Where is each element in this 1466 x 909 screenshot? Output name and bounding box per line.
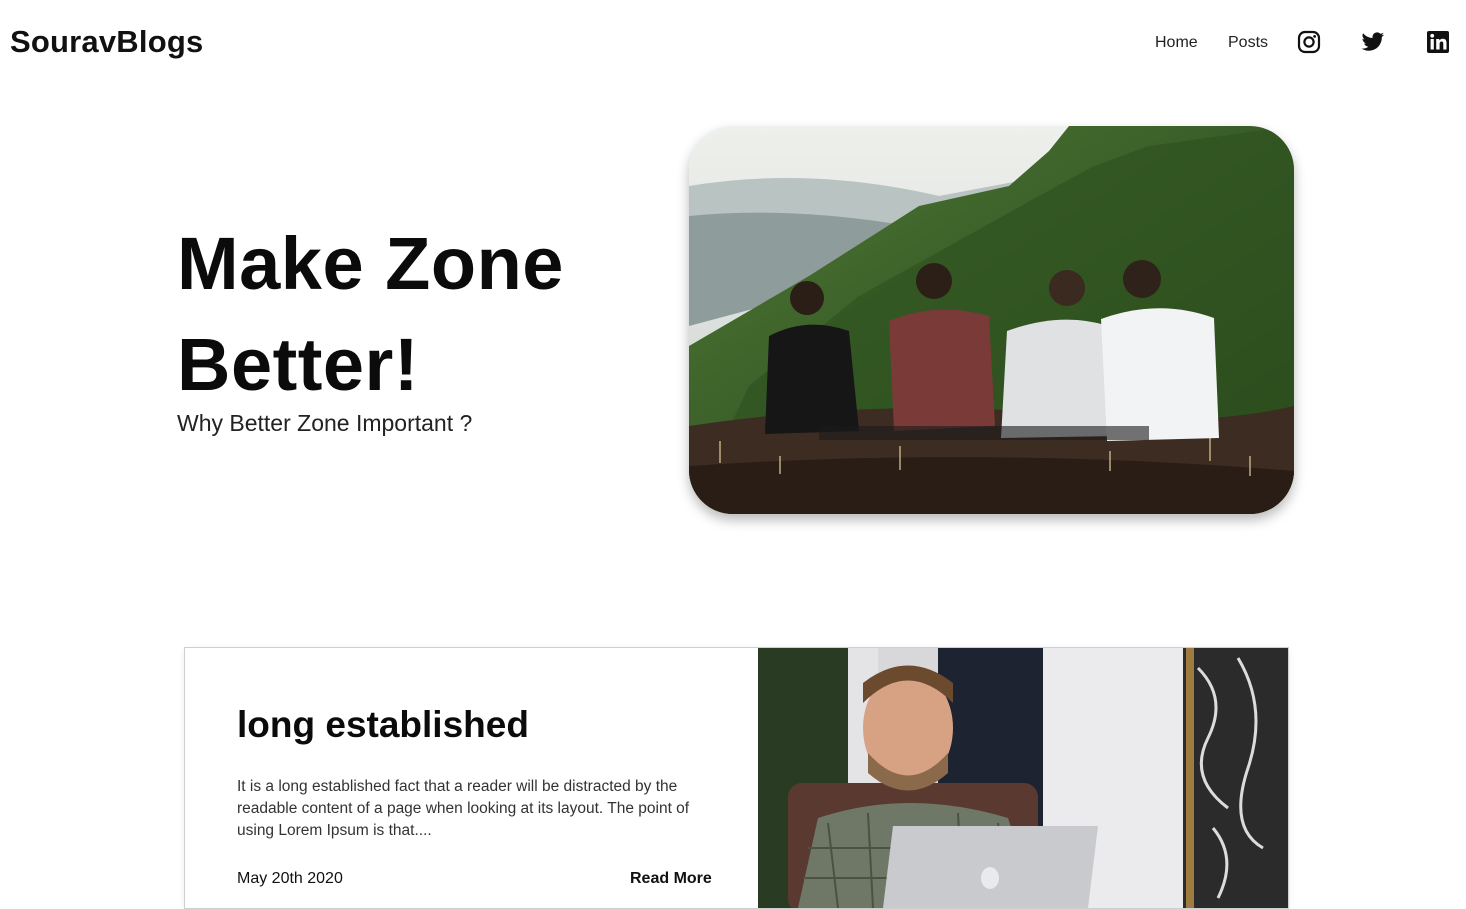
nav-posts-link[interactable]: Posts [1228,34,1268,52]
post-title[interactable]: long established [237,704,529,746]
hero-title-line2: Better! [177,323,419,406]
hero-title-line1: Make Zone [177,222,564,305]
post-date: May 20th 2020 [237,870,343,887]
site-header: SouravBlogs Home Posts [0,0,1466,90]
hero-subtitle: Why Better Zone Important ? [177,410,473,436]
nav-home-link[interactable]: Home [1155,34,1198,52]
site-logo[interactable]: SouravBlogs [10,24,203,60]
instagram-icon[interactable] [1297,30,1321,54]
hero-title: Make Zone Better! [177,213,657,415]
hero-image [689,126,1294,514]
twitter-icon[interactable] [1361,30,1385,54]
post-image [758,648,1288,908]
read-more-link[interactable]: Read More [630,870,712,888]
linkedin-icon[interactable] [1426,30,1450,54]
post-card[interactable]: long established It is a long establishe… [184,647,1289,909]
post-excerpt: It is a long established fact that a rea… [237,778,690,839]
